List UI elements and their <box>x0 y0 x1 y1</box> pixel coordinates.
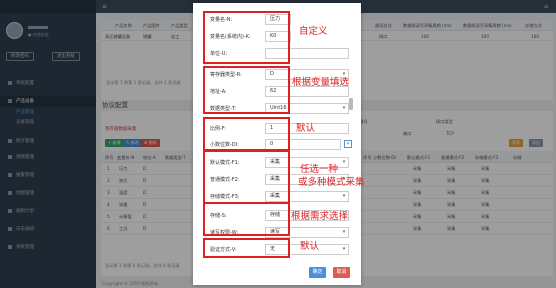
chevron-down-icon: ▾ <box>342 105 346 111</box>
chevron-down-icon: ▾ <box>342 159 346 165</box>
confirm-button[interactable]: 确定 <box>309 267 326 278</box>
annotation-need: 根据需求选择 <box>291 211 349 222</box>
annotation-box-default-1 <box>203 117 290 151</box>
modal-scrollbar[interactable] <box>349 98 353 110</box>
annotation-custom: 自定义 <box>299 26 328 37</box>
chevron-down-icon: ▾ <box>342 229 346 235</box>
annotation-box-mode <box>203 150 290 204</box>
annotation-variable: 根据变量填选 <box>292 77 350 88</box>
chevron-down-icon: ▾ <box>342 246 346 252</box>
chevron-down-icon: ▾ <box>342 193 346 199</box>
annotation-box-custom <box>203 11 290 64</box>
annotation-default-1: 默认 <box>296 123 316 134</box>
annotation-box-default-2 <box>203 238 290 258</box>
chevron-down-icon[interactable]: ▾ <box>344 140 352 148</box>
cancel-button[interactable]: 取消 <box>333 267 350 278</box>
annotation-mode-1: 任选一种 <box>300 164 339 175</box>
annotation-box-need <box>203 202 290 236</box>
annotation-default-2: 默认 <box>300 241 320 252</box>
annotation-mode-2: 或多种模式采集 <box>298 177 365 188</box>
annotation-box-variable <box>203 66 290 114</box>
